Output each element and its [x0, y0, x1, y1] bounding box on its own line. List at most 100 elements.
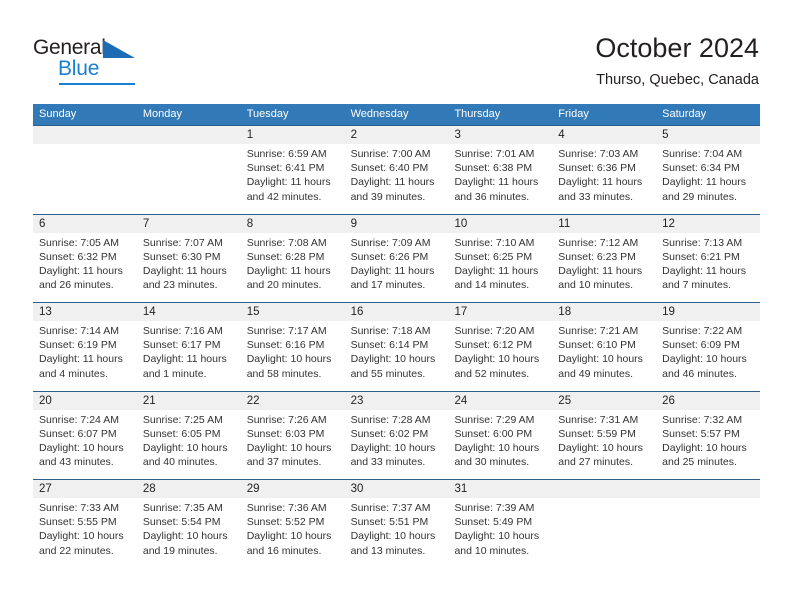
- sunset-text: Sunset: 6:16 PM: [246, 339, 325, 352]
- day-cell[interactable]: 28 Sunrise: 7:35 AM Sunset: 5:54 PM Dayl…: [136, 480, 241, 568]
- day-number: [33, 126, 137, 144]
- daylight-text-line1: Daylight: 11 hours: [350, 264, 435, 277]
- day-number: 18: [552, 303, 657, 321]
- day-cell[interactable]: 10 Sunrise: 7:10 AM Sunset: 6:25 PM Dayl…: [448, 214, 553, 302]
- daylight-text-line2: and 25 minutes.: [662, 456, 737, 469]
- day-cell[interactable]: 13 Sunrise: 7:14 AM Sunset: 6:19 PM Dayl…: [33, 303, 137, 391]
- sunrise-text: Sunrise: 7:24 AM: [39, 413, 119, 426]
- day-details: Sunrise: 7:36 AM Sunset: 5:52 PM Dayligh…: [241, 498, 345, 558]
- sunset-text: Sunset: 6:40 PM: [350, 162, 429, 175]
- day-cell[interactable]: [656, 480, 761, 568]
- day-cell[interactable]: 17 Sunrise: 7:20 AM Sunset: 6:12 PM Dayl…: [448, 303, 553, 391]
- day-details: Sunrise: 7:37 AM Sunset: 5:51 PM Dayligh…: [345, 498, 449, 558]
- day-cell[interactable]: 7 Sunrise: 7:07 AM Sunset: 6:30 PM Dayli…: [136, 214, 241, 302]
- day-number: 14: [136, 303, 241, 321]
- day-cell[interactable]: 15 Sunrise: 7:17 AM Sunset: 6:16 PM Dayl…: [240, 303, 345, 391]
- day-cell[interactable]: 19 Sunrise: 7:22 AM Sunset: 6:09 PM Dayl…: [656, 303, 761, 391]
- day-cell[interactable]: 25 Sunrise: 7:31 AM Sunset: 5:59 PM Dayl…: [552, 391, 657, 479]
- daylight-text-line2: and 42 minutes.: [246, 190, 322, 203]
- daylight-text-line2: and 7 minutes.: [662, 279, 732, 292]
- week-row: 6 Sunrise: 7:05 AM Sunset: 6:32 PM Dayli…: [33, 213, 761, 302]
- day-cell[interactable]: 6 Sunrise: 7:05 AM Sunset: 6:32 PM Dayli…: [33, 214, 137, 302]
- day-number: 15: [240, 303, 345, 321]
- daylight-text-line2: and 39 minutes.: [350, 190, 426, 203]
- sunrise-text: Sunrise: 7:00 AM: [350, 148, 431, 160]
- sunrise-text: Sunrise: 7:08 AM: [246, 236, 327, 249]
- day-cell[interactable]: 14 Sunrise: 7:16 AM Sunset: 6:17 PM Dayl…: [136, 303, 241, 391]
- day-cell[interactable]: 21 Sunrise: 7:25 AM Sunset: 6:05 PM Dayl…: [136, 391, 241, 479]
- daylight-text-line2: and 20 minutes.: [246, 279, 322, 292]
- day-cell[interactable]: 26 Sunrise: 7:32 AM Sunset: 5:57 PM Dayl…: [656, 391, 761, 479]
- day-number: 2: [344, 126, 449, 144]
- sunset-text: Sunset: 5:59 PM: [558, 427, 636, 440]
- day-cell[interactable]: 18 Sunrise: 7:21 AM Sunset: 6:10 PM Dayl…: [552, 303, 657, 391]
- day-cell[interactable]: 20 Sunrise: 7:24 AM Sunset: 6:07 PM Dayl…: [33, 391, 137, 479]
- day-details: Sunrise: 7:25 AM Sunset: 6:05 PM Dayligh…: [137, 410, 241, 470]
- daylight-text-line2: and 37 minutes.: [246, 456, 322, 469]
- page-header: General Blue October 2024 Thurso, Quebec…: [0, 0, 792, 100]
- day-details: Sunrise: 7:04 AM Sunset: 6:34 PM Dayligh…: [656, 144, 760, 204]
- daylight-text-line2: and 4 minutes.: [39, 367, 108, 380]
- sunrise-text: Sunrise: 7:26 AM: [246, 413, 327, 426]
- daylight-text-line1: Daylight: 10 hours: [39, 441, 124, 454]
- daylight-text-line2: and 17 minutes.: [350, 279, 426, 292]
- day-cell[interactable]: 2 Sunrise: 7:00 AM Sunset: 6:40 PM Dayli…: [344, 126, 449, 214]
- daylight-text-line1: Daylight: 11 hours: [454, 176, 539, 189]
- day-cell[interactable]: 3 Sunrise: 7:01 AM Sunset: 6:38 PM Dayli…: [448, 126, 553, 214]
- day-cell[interactable]: 31 Sunrise: 7:39 AM Sunset: 5:49 PM Dayl…: [448, 480, 553, 568]
- sunrise-text: Sunrise: 6:59 AM: [246, 148, 327, 160]
- day-cell[interactable]: 23 Sunrise: 7:28 AM Sunset: 6:02 PM Dayl…: [344, 391, 449, 479]
- daylight-text-line2: and 40 minutes.: [142, 456, 218, 469]
- day-cell[interactable]: 27 Sunrise: 7:33 AM Sunset: 5:55 PM Dayl…: [33, 480, 137, 568]
- day-number: 20: [33, 391, 137, 410]
- day-cell[interactable]: 24 Sunrise: 7:29 AM Sunset: 6:00 PM Dayl…: [448, 391, 553, 479]
- day-number: 13: [33, 303, 137, 321]
- day-cell[interactable]: 5 Sunrise: 7:04 AM Sunset: 6:34 PM Dayli…: [656, 126, 761, 214]
- day-details: [552, 498, 656, 501]
- daylight-text-line1: Daylight: 11 hours: [142, 353, 227, 366]
- sunrise-text: Sunrise: 7:10 AM: [454, 236, 535, 249]
- day-cell[interactable]: 9 Sunrise: 7:09 AM Sunset: 6:26 PM Dayli…: [344, 214, 449, 302]
- day-details: [33, 144, 137, 147]
- day-number: 5: [656, 126, 761, 144]
- daylight-text-line2: and 30 minutes.: [454, 456, 530, 469]
- day-details: Sunrise: 7:18 AM Sunset: 6:14 PM Dayligh…: [345, 321, 449, 381]
- daylight-text-line2: and 26 minutes.: [39, 279, 114, 292]
- sunset-text: Sunset: 6:32 PM: [39, 250, 117, 263]
- sunrise-text: Sunrise: 7:01 AM: [454, 148, 535, 160]
- sunset-text: Sunset: 6:34 PM: [662, 162, 740, 175]
- day-cell[interactable]: 22 Sunrise: 7:26 AM Sunset: 6:03 PM Dayl…: [240, 391, 345, 479]
- daylight-text-line1: Daylight: 11 hours: [246, 176, 331, 189]
- day-cell[interactable]: 30 Sunrise: 7:37 AM Sunset: 5:51 PM Dayl…: [344, 480, 449, 568]
- title-block: October 2024 Thurso, Quebec, Canada: [595, 32, 759, 90]
- sunset-text: Sunset: 6:30 PM: [142, 250, 221, 263]
- day-cell[interactable]: 8 Sunrise: 7:08 AM Sunset: 6:28 PM Dayli…: [240, 214, 345, 302]
- day-cell[interactable]: 11 Sunrise: 7:12 AM Sunset: 6:23 PM Dayl…: [552, 214, 657, 302]
- sunrise-text: Sunrise: 7:17 AM: [246, 325, 327, 337]
- day-cell[interactable]: 1 Sunrise: 6:59 AM Sunset: 6:41 PM Dayli…: [240, 126, 345, 214]
- day-details: Sunrise: 7:10 AM Sunset: 6:25 PM Dayligh…: [448, 233, 552, 293]
- sunset-text: Sunset: 6:14 PM: [350, 339, 429, 352]
- triangle-icon: [103, 40, 135, 58]
- daylight-text-line2: and 16 minutes.: [246, 544, 322, 557]
- day-details: Sunrise: 7:39 AM Sunset: 5:49 PM Dayligh…: [448, 498, 552, 558]
- daylight-text-line1: Daylight: 10 hours: [662, 441, 747, 454]
- day-cell[interactable]: [136, 126, 241, 214]
- day-cell[interactable]: [552, 480, 657, 568]
- generalblue-logo[interactable]: General Blue: [33, 36, 153, 86]
- day-cell[interactable]: [33, 126, 137, 214]
- day-cell[interactable]: 16 Sunrise: 7:18 AM Sunset: 6:14 PM Dayl…: [344, 303, 449, 391]
- day-cell[interactable]: 29 Sunrise: 7:36 AM Sunset: 5:52 PM Dayl…: [240, 480, 345, 568]
- day-details: Sunrise: 7:09 AM Sunset: 6:26 PM Dayligh…: [345, 233, 449, 293]
- day-number: 3: [448, 126, 553, 144]
- sunrise-text: Sunrise: 7:36 AM: [246, 502, 327, 514]
- day-cell[interactable]: 12 Sunrise: 7:13 AM Sunset: 6:21 PM Dayl…: [656, 214, 761, 302]
- sunset-text: Sunset: 6:03 PM: [246, 427, 325, 440]
- day-cell[interactable]: 4 Sunrise: 7:03 AM Sunset: 6:36 PM Dayli…: [552, 126, 657, 214]
- day-number: 19: [656, 303, 761, 321]
- sunset-text: Sunset: 6:23 PM: [558, 250, 636, 263]
- daylight-text-line1: Daylight: 11 hours: [39, 353, 123, 366]
- day-details: Sunrise: 7:13 AM Sunset: 6:21 PM Dayligh…: [656, 233, 760, 293]
- sunrise-text: Sunrise: 7:37 AM: [350, 502, 431, 514]
- weekday-header-friday: Friday: [558, 108, 589, 120]
